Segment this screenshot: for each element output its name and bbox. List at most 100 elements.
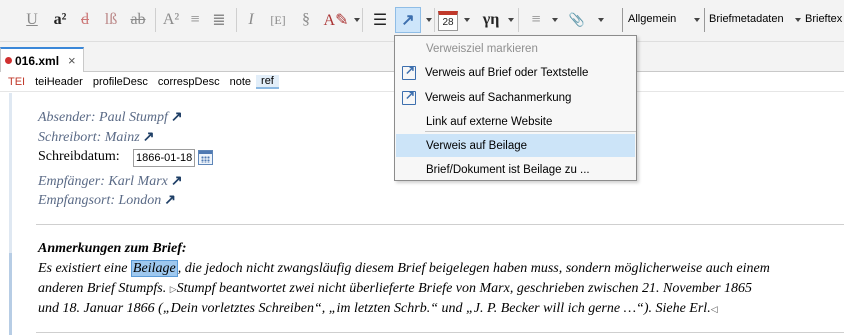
metadata-absender[interactable]: Absender: Paul Stumpf ↗ <box>38 109 183 126</box>
menu-item-beilage-zu[interactable]: Brief/Dokument ist Beilage zu ... <box>396 158 635 181</box>
abbreviation-button[interactable]: ab <box>126 7 150 33</box>
chevron-down-icon[interactable] <box>795 18 801 22</box>
menu-item-verweis-beilage[interactable]: Verweis auf Beilage <box>396 134 635 157</box>
menu-item-link-extern[interactable]: Link auf externe Website <box>396 110 635 133</box>
heading-alt-button[interactable]: ≣ <box>208 7 230 33</box>
tab-document[interactable]: 016.xml × <box>0 47 84 72</box>
italic-button[interactable]: I <box>242 7 260 33</box>
superscript-icon: a² <box>53 11 67 28</box>
menu-separator <box>425 131 636 132</box>
breadcrumb-item-note[interactable]: note <box>225 76 256 88</box>
align-button[interactable]: ≡ <box>524 7 548 33</box>
empfangsort-text: Empfangsort: London <box>38 193 162 208</box>
external-link-icon <box>402 88 416 105</box>
menu-item-verweis-brief[interactable]: Verweis auf Brief oder Textstelle <box>396 61 635 84</box>
superscript-button[interactable]: a² <box>48 7 72 33</box>
list-button[interactable]: ☰ <box>368 7 392 33</box>
breadcrumb-item-tei[interactable]: TEI <box>0 76 30 88</box>
reference-dropdown-menu: Verweisziel markieren Verweis auf Brief … <box>394 35 637 181</box>
calendar-icon[interactable] <box>198 150 213 165</box>
strikethrough-button[interactable]: d <box>76 7 94 33</box>
link-arrow-icon[interactable]: ↗ <box>164 193 176 208</box>
notes-line-2[interactable]: anderen Brief Stumpfs. ▷Stumpf beantwort… <box>38 281 752 297</box>
chevron-down-icon[interactable] <box>694 18 700 22</box>
chevron-down-icon[interactable] <box>508 18 514 22</box>
chevron-down-icon[interactable] <box>426 18 432 22</box>
breadcrumb-item-ref[interactable]: ref <box>256 74 279 89</box>
link-arrow-icon[interactable]: ↗ <box>171 110 183 125</box>
attachment-button[interactable]: 📎 <box>566 7 588 33</box>
chevron-down-icon[interactable] <box>464 18 470 22</box>
breadcrumb-item-teiheader[interactable]: teiHeader <box>30 76 88 88</box>
selected-text-beilage[interactable]: Beilage <box>130 260 178 277</box>
allgemein-menu[interactable]: Allgemein <box>628 13 676 25</box>
menu-item-label: Verweis auf Sachanmerkung <box>425 91 572 104</box>
italic-icon: I <box>248 11 254 28</box>
menu-item-label: Brief/Dokument ist Beilage zu ... <box>426 163 590 176</box>
link-arrow-icon[interactable]: ↗ <box>143 130 155 145</box>
divider <box>36 224 844 225</box>
footnote-button[interactable]: A² <box>160 7 182 33</box>
empfaenger-text: Empfänger: Karl Marx <box>38 174 168 189</box>
divider <box>36 332 844 333</box>
greek-icon: γη <box>482 11 500 28</box>
heading-button[interactable]: ≡ <box>184 7 206 33</box>
menu-item-label: Verweisziel markieren <box>426 42 538 55</box>
briefmetadaten-menu[interactable]: Briefmetadaten <box>709 13 784 25</box>
footnote-icon: A² <box>162 11 180 28</box>
notes-text: , die jedoch nicht zwangsläufig diesem B… <box>177 261 770 276</box>
chevron-down-icon[interactable] <box>354 18 360 22</box>
link-arrow-icon[interactable]: ↗ <box>171 174 183 189</box>
add-delete-button[interactable]: lß <box>98 7 124 33</box>
chevron-down-icon[interactable] <box>598 18 604 22</box>
toolbar-separator <box>236 8 237 32</box>
strikethrough-icon: d <box>81 11 89 28</box>
notes-text: Es existiert eine <box>38 261 131 276</box>
notes-text: Stumpf beantwortet zwei nicht überliefer… <box>176 281 753 296</box>
underline-button[interactable]: U <box>22 7 42 33</box>
modified-indicator <box>5 57 12 64</box>
menu-item-label: Link auf externe Website <box>426 115 553 128</box>
section-icon: § <box>302 11 310 28</box>
breadcrumb-item-correspdesc[interactable]: correspDesc <box>153 76 225 88</box>
bracket-icon: [E] <box>270 12 286 27</box>
notes-heading: Anmerkungen zum Brief: <box>38 241 187 256</box>
pen-button[interactable]: A✎ <box>320 7 352 33</box>
date-button[interactable]: 28 <box>438 11 458 31</box>
external-link-icon <box>402 63 416 80</box>
menu-item-verweis-sachanmerkung[interactable]: Verweis auf Sachanmerkung <box>396 86 635 109</box>
schreibort-text: Schreibort: Mainz <box>38 130 140 145</box>
notes-text: und 18. Januar 1866 („Dein vorletztes Sc… <box>38 301 711 316</box>
metadata-empfangsort[interactable]: Empfangsort: London ↗ <box>38 192 176 209</box>
toolbar-separator <box>518 8 519 32</box>
notes-line-1[interactable]: Es existiert eine Beilage, die jedoch ni… <box>38 260 770 277</box>
section-button[interactable]: § <box>294 7 318 33</box>
chevron-down-icon[interactable] <box>552 18 558 22</box>
reference-arrow-icon: ↗ <box>401 12 415 29</box>
calendar-icon: 28 <box>442 17 454 28</box>
close-icon[interactable]: × <box>68 53 76 68</box>
metadata-empfaenger[interactable]: Empfänger: Karl Marx ↗ <box>38 173 183 190</box>
greek-button[interactable]: γη <box>478 7 504 33</box>
schreibdatum-field[interactable]: 1866-01-18 <box>133 149 195 167</box>
list-icon: ☰ <box>372 12 388 29</box>
notes-line-3[interactable]: und 18. Januar 1866 („Dein vorletztes Sc… <box>38 301 718 317</box>
toolbar-separator <box>704 8 705 32</box>
element-start-marker[interactable]: ▷ <box>170 284 177 294</box>
metadata-schreibdatum-label: Schreibdatum: <box>38 149 120 164</box>
toolbar-separator <box>362 8 363 32</box>
menu-item-verweisziel-markieren: Verweisziel markieren <box>396 37 635 60</box>
abbreviation-icon: ab <box>130 11 146 28</box>
bracket-button[interactable]: [E] <box>264 7 292 33</box>
metadata-schreibort[interactable]: Schreibort: Mainz ↗ <box>38 129 154 146</box>
notes-text: anderen Brief Stumpfs. <box>38 281 170 296</box>
underline-icon: U <box>26 11 38 28</box>
breadcrumb-item-profiledesc[interactable]: profileDesc <box>88 76 153 88</box>
element-end-marker[interactable]: ◁ <box>711 304 718 314</box>
pen-icon: A✎ <box>323 12 349 29</box>
attachment-icon: 📎 <box>568 12 586 28</box>
reference-button[interactable]: ↗ <box>395 7 421 33</box>
toolbar-separator <box>434 8 435 32</box>
tab-filename: 016.xml <box>15 53 60 68</box>
brieftext-menu[interactable]: Brieftex <box>805 13 842 25</box>
